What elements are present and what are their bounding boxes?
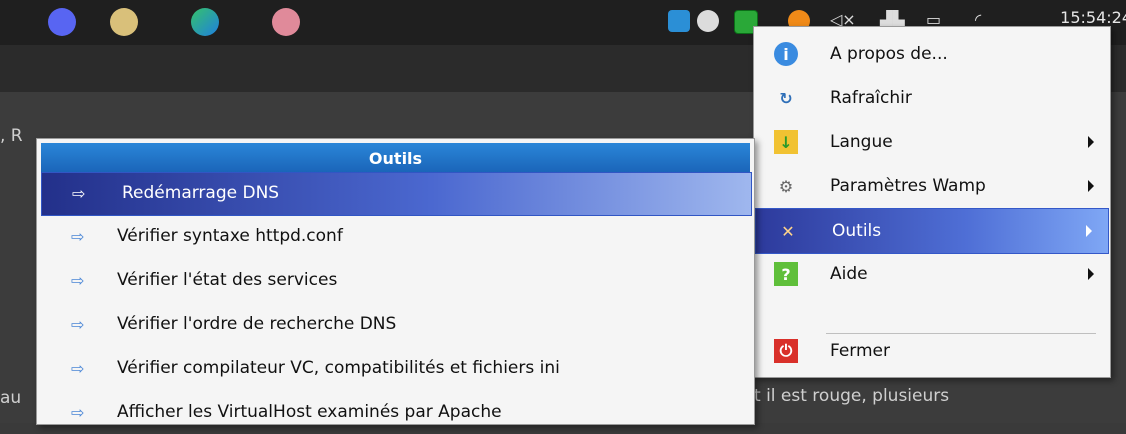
background-text-fragment-right: t il est rouge, plusieurs [754, 386, 950, 406]
submenu-item-check-vc[interactable]: ⇨ Vérifier compilateur VC, compatibilité… [41, 348, 750, 390]
refresh-icon: ↻ [779, 88, 793, 108]
menu-item-refresh[interactable]: ↻ Rafraîchir [754, 76, 1110, 120]
settings-icon: ⚙ [778, 176, 794, 196]
submenu-item-label: Redémarrage DNS [122, 183, 280, 203]
help-icon: ? [774, 262, 798, 286]
background-text-fragment-bottom: au [0, 388, 22, 408]
submenu-item-check-httpd[interactable]: ⇨ Vérifier syntaxe httpd.conf [41, 216, 750, 258]
submenu-arrow-icon [1088, 136, 1094, 148]
submenu-arrow-icon [1088, 268, 1094, 280]
arrow-right-icon: ⇨ [71, 315, 85, 334]
submenu-item-label: Vérifier compilateur VC, compatibilités … [117, 358, 560, 378]
submenu-item-check-dns-order[interactable]: ⇨ Vérifier l'ordre de recherche DNS [41, 304, 750, 346]
submenu-title: Outils [41, 143, 750, 173]
menu-item-wamp-settings[interactable]: ⚙ Paramètres Wamp [754, 164, 1110, 208]
menu-item-about[interactable]: i A propos de... [754, 32, 1110, 76]
submenu-item-check-services[interactable]: ⇨ Vérifier l'état des services [41, 260, 750, 302]
arrow-right-icon: ⇨ [71, 227, 85, 246]
submenu-arrow-icon [1088, 180, 1094, 192]
submenu-item-dns-restart[interactable]: ⇨ Redémarrage DNS [41, 172, 752, 216]
menu-item-tools[interactable]: ✕ Outils [755, 208, 1109, 254]
paint-icon[interactable] [110, 8, 138, 36]
menu-item-close[interactable]: ⏻ Fermer [754, 329, 1110, 373]
submenu-item-label: Vérifier l'ordre de recherche DNS [117, 314, 397, 334]
submenu-item-show-vhosts[interactable]: ⇨ Afficher les VirtualHost examinés par … [41, 392, 750, 434]
menu-item-label: Paramètres Wamp [830, 176, 986, 196]
menu-item-language[interactable]: ↓ Langue [754, 120, 1110, 164]
menu-item-label: Langue [830, 132, 893, 152]
info-icon: i [774, 42, 798, 66]
wamp-context-menu: i A propos de... ↻ Rafraîchir ↓ Langue ⚙… [753, 26, 1111, 378]
discord-icon[interactable] [48, 8, 76, 36]
menu-item-label: Fermer [830, 341, 891, 361]
arrow-right-icon: ⇨ [71, 359, 85, 378]
submenu-item-label: Vérifier syntaxe httpd.conf [117, 226, 343, 246]
menu-item-label: Aide [830, 264, 868, 284]
background-text-fragment-top: , R [0, 126, 23, 146]
menu-item-label: A propos de... [830, 44, 948, 64]
discord-tray-icon[interactable] [697, 10, 719, 32]
brain-icon[interactable] [272, 8, 300, 36]
menu-item-label: Rafraîchir [830, 88, 912, 108]
language-icon: ↓ [774, 130, 798, 154]
menu-item-help[interactable]: ? Aide [754, 252, 1110, 296]
app-icon-1[interactable] [668, 10, 690, 32]
edge-icon[interactable] [191, 8, 219, 36]
submenu-arrow-icon [1086, 225, 1092, 237]
arrow-right-icon: ⇨ [71, 271, 85, 290]
tools-submenu: Outils ⇨ Redémarrage DNS ⇨ Vérifier synt… [36, 138, 755, 425]
power-icon: ⏻ [774, 339, 798, 363]
clock[interactable]: 15:54:24 [1060, 8, 1126, 27]
submenu-item-label: Afficher les VirtualHost examinés par Ap… [117, 402, 502, 422]
arrow-right-icon: ⇨ [71, 403, 85, 422]
arrow-right-icon: ⇨ [72, 184, 86, 203]
tools-icon: ✕ [781, 221, 795, 241]
menu-item-label: Outils [832, 221, 882, 241]
submenu-item-label: Vérifier l'état des services [117, 270, 338, 290]
